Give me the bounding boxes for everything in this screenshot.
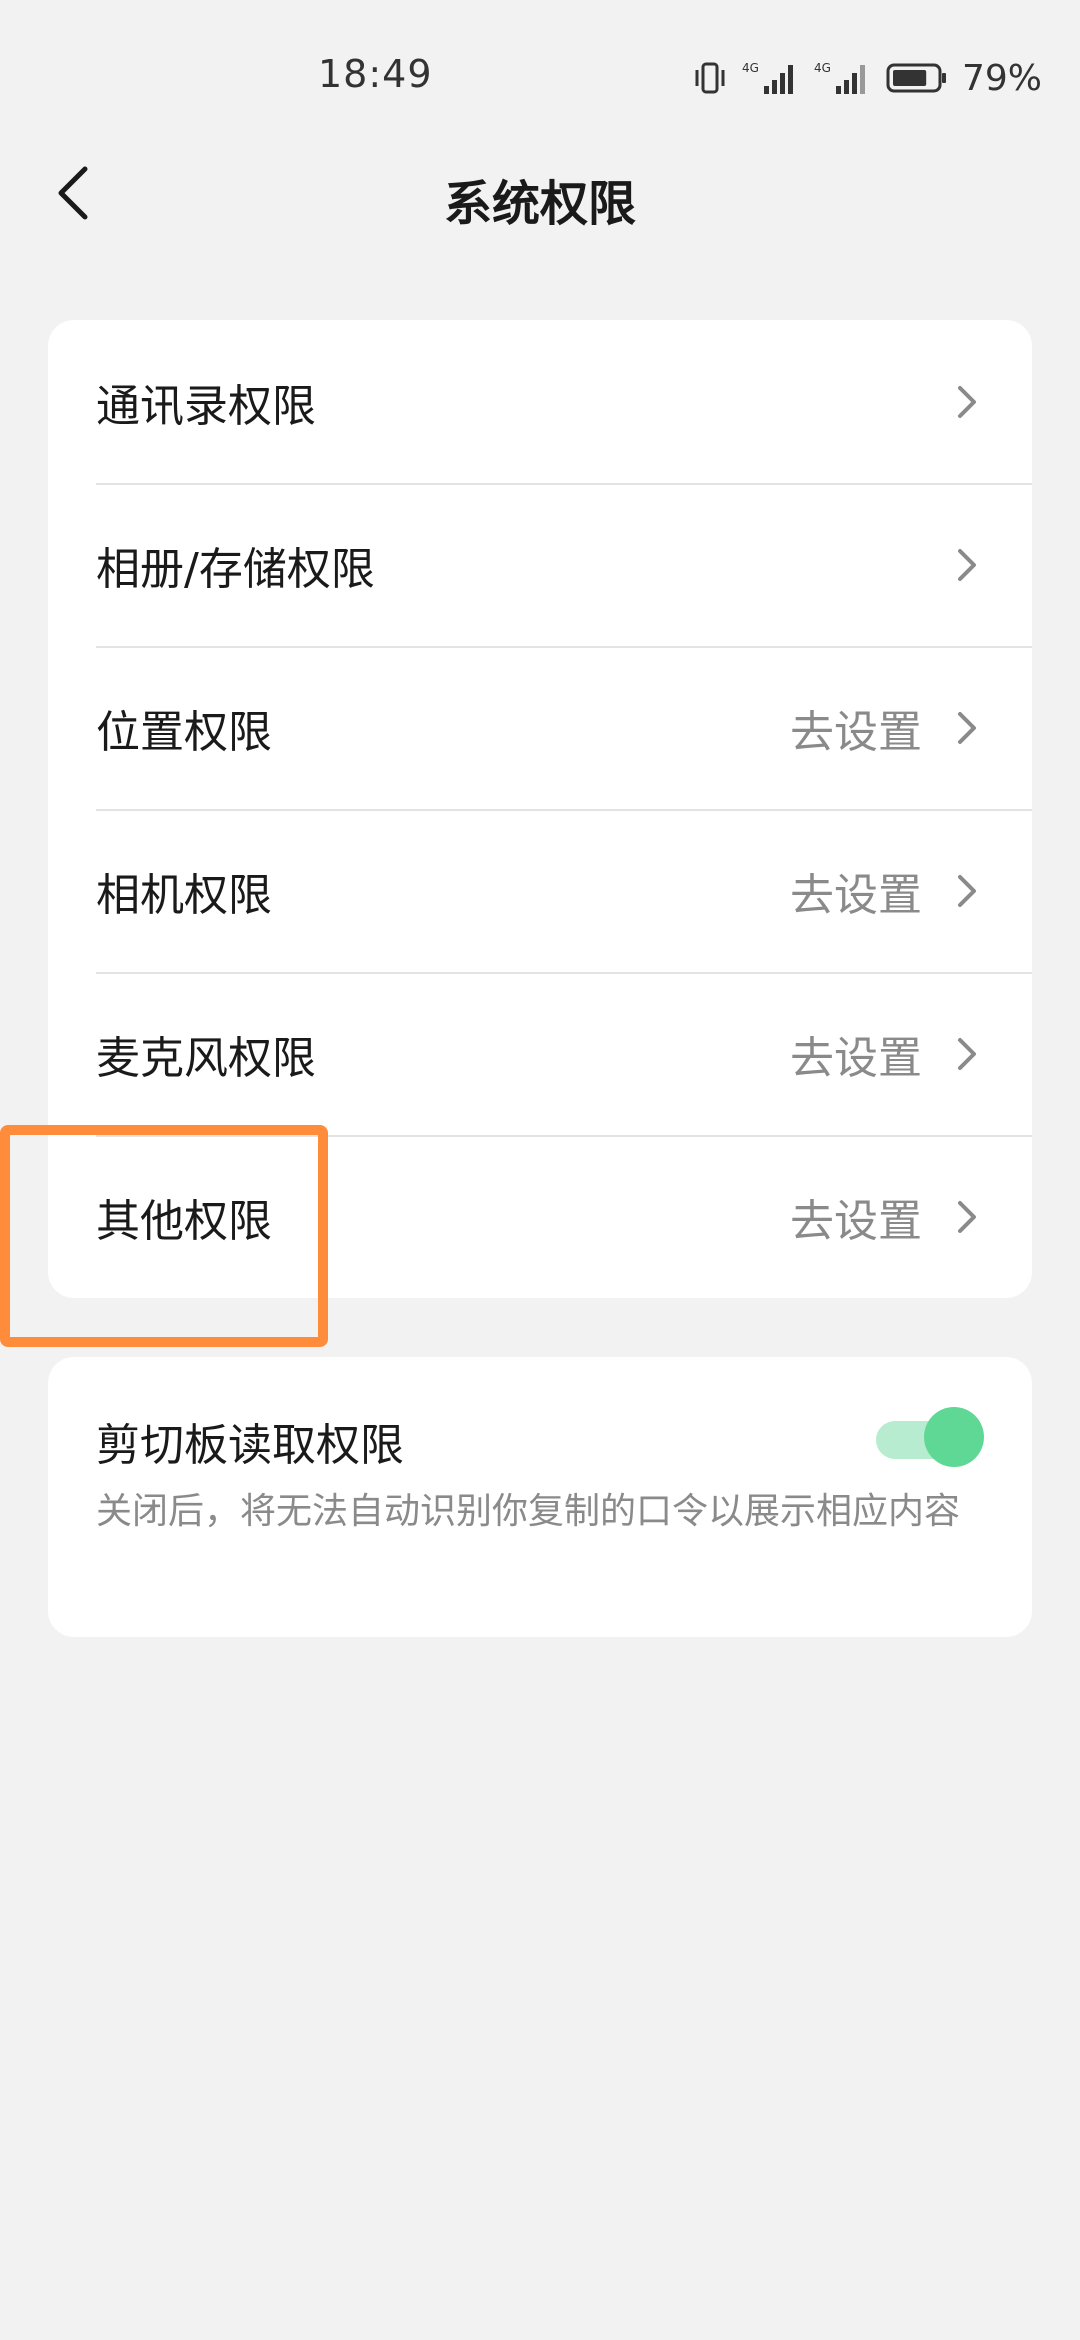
permission-label: 麦克风权限 [96,1032,316,1084]
toggle-knob [924,1407,984,1467]
permission-label: 相机权限 [96,869,272,921]
chevron-right-icon [952,708,980,748]
permissions-list: 通讯录权限 相册/存储权限 位置权限 去设置 相机权限 去设置 麦克风权限 去设… [48,320,1032,1298]
permission-row-other[interactable]: 其他权限 去设置 [48,1135,1032,1298]
vibrate-icon [692,61,728,95]
permission-label: 相册/存储权限 [96,543,375,595]
battery-percent: 79% [961,57,1042,99]
battery-icon [886,61,948,95]
network-label: 4G [742,61,759,75]
chevron-right-icon [952,871,980,911]
permission-row-location[interactable]: 位置权限 去设置 [48,646,1032,809]
status-icons: 4G 4G 79% [692,56,1042,100]
go-settings-link[interactable]: 去设置 [790,1022,922,1086]
permission-row-contacts[interactable]: 通讯录权限 [48,320,1032,483]
permission-row-microphone[interactable]: 麦克风权限 去设置 [48,972,1032,1135]
page-title: 系统权限 [443,176,636,232]
header: 系统权限 [0,150,1080,240]
status-time: 18:49 [318,52,433,96]
signal-4g-icon: 4G [742,60,800,96]
status-bar: 18:49 4G 4G 79% [0,0,1080,150]
clipboard-title: 剪切板读取权限 [96,1420,404,1471]
clipboard-toggle[interactable] [876,1407,984,1467]
chevron-right-icon [952,1034,980,1074]
chevron-right-icon [952,545,980,585]
clipboard-permission-card: 剪切板读取权限 关闭后，将无法自动识别你复制的口令以展示相应内容 [48,1357,1032,1637]
signal-4g-icon: 4G [814,60,872,96]
permission-label: 通讯录权限 [96,380,316,432]
chevron-right-icon [952,1197,980,1237]
permission-row-album-storage[interactable]: 相册/存储权限 [48,483,1032,646]
permission-row-camera[interactable]: 相机权限 去设置 [48,809,1032,972]
go-settings-link[interactable]: 去设置 [790,1185,922,1249]
network-label: 4G [814,61,831,75]
permission-label: 位置权限 [96,706,272,758]
go-settings-link[interactable]: 去设置 [790,859,922,923]
chevron-right-icon [952,382,980,422]
go-settings-link[interactable]: 去设置 [790,696,922,760]
clipboard-description: 关闭后，将无法自动识别你复制的口令以展示相应内容 [96,1491,961,1532]
permission-label: 其他权限 [96,1195,272,1247]
